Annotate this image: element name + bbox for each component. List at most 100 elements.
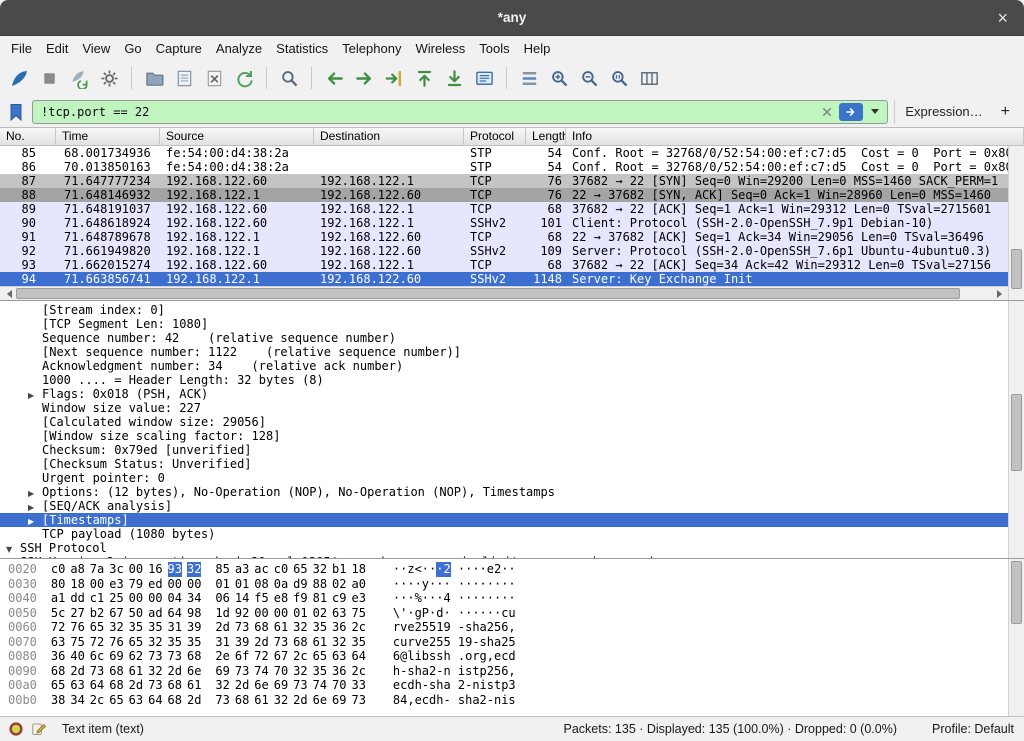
hex-byte[interactable]: 32 bbox=[332, 635, 346, 650]
hex-byte[interactable]: f5 bbox=[254, 591, 268, 606]
hex-byte[interactable]: 73 bbox=[90, 664, 104, 679]
ascii-char[interactable]: h bbox=[415, 664, 422, 679]
ascii-char[interactable]: 9 bbox=[465, 635, 472, 650]
ascii-char[interactable]: r bbox=[407, 635, 414, 650]
ascii-char[interactable]: · bbox=[429, 606, 436, 621]
ascii-char[interactable]: 2 bbox=[415, 620, 422, 635]
hex-byte[interactable]: 00 bbox=[187, 577, 201, 592]
ascii-char[interactable]: · bbox=[458, 562, 465, 577]
go-back-icon[interactable] bbox=[321, 65, 347, 91]
ascii-char[interactable]: - bbox=[400, 664, 407, 679]
hex-byte[interactable]: 73 bbox=[148, 678, 162, 693]
zoom-original-icon[interactable] bbox=[606, 65, 632, 91]
ascii-char[interactable]: · bbox=[480, 562, 487, 577]
hex-byte[interactable]: 65 bbox=[109, 693, 123, 708]
detail-row[interactable]: ▶[SEQ/ACK analysis] bbox=[0, 499, 1008, 513]
hex-byte[interactable]: 69 bbox=[274, 678, 288, 693]
ascii-char[interactable]: a bbox=[480, 620, 487, 635]
hex-byte[interactable]: 25 bbox=[109, 591, 123, 606]
hex-byte[interactable]: 08 bbox=[254, 577, 268, 592]
close-window-icon[interactable]: × bbox=[989, 0, 1016, 36]
ascii-char[interactable]: 8 bbox=[393, 693, 400, 708]
ascii-char[interactable]: h bbox=[415, 678, 422, 693]
detail-row[interactable]: TCP payload (1080 bytes) bbox=[0, 527, 1008, 541]
ascii-char[interactable]: · bbox=[472, 591, 479, 606]
ascii-char[interactable]: h bbox=[465, 693, 472, 708]
hex-byte[interactable]: 72 bbox=[90, 635, 104, 650]
expanded-arrow-icon[interactable]: ▼ bbox=[6, 543, 20, 557]
find-packet-icon[interactable] bbox=[276, 65, 302, 91]
hex-byte[interactable]: 02 bbox=[313, 606, 327, 621]
ascii-char[interactable]: · bbox=[472, 606, 479, 621]
ascii-char[interactable]: c bbox=[501, 649, 508, 664]
hex-byte[interactable]: 61 bbox=[254, 693, 268, 708]
hex-byte[interactable]: 2d bbox=[215, 620, 229, 635]
hex-byte[interactable]: 98 bbox=[187, 606, 201, 621]
hex-byte[interactable]: 35 bbox=[148, 620, 162, 635]
column-header-no[interactable]: No. bbox=[0, 128, 56, 145]
hex-byte[interactable]: c0 bbox=[274, 562, 288, 577]
ascii-char[interactable]: 4 bbox=[400, 693, 407, 708]
ascii-char[interactable]: s bbox=[436, 649, 443, 664]
ascii-char[interactable]: s bbox=[465, 620, 472, 635]
hex-byte[interactable]: 63 bbox=[332, 649, 346, 664]
ascii-char[interactable]: s bbox=[429, 649, 436, 664]
ascii-char[interactable]: · bbox=[407, 606, 414, 621]
ascii-char[interactable]: u bbox=[400, 635, 407, 650]
hex-byte[interactable]: ad bbox=[148, 606, 162, 621]
hex-byte[interactable]: 36 bbox=[332, 664, 346, 679]
ascii-char[interactable]: , bbox=[487, 649, 494, 664]
packet-list-vscroll-thumb[interactable] bbox=[1011, 249, 1022, 289]
ascii-char[interactable]: · bbox=[393, 577, 400, 592]
ascii-char[interactable]: @ bbox=[400, 649, 407, 664]
hex-byte[interactable]: 32 bbox=[148, 664, 162, 679]
ascii-char[interactable]: · bbox=[501, 591, 508, 606]
hex-byte[interactable]: 1d bbox=[215, 606, 229, 621]
ascii-char[interactable]: h bbox=[436, 693, 443, 708]
ascii-char[interactable]: 2 bbox=[494, 562, 501, 577]
column-header-protocol[interactable]: Protocol bbox=[464, 128, 526, 145]
menu-file[interactable]: File bbox=[4, 38, 39, 59]
ascii-char[interactable]: . bbox=[458, 649, 465, 664]
ascii-char[interactable]: · bbox=[465, 591, 472, 606]
hex-byte[interactable]: 65 bbox=[313, 649, 327, 664]
ascii-char[interactable]: 5 bbox=[436, 635, 443, 650]
collapsed-arrow-icon[interactable]: ▶ bbox=[28, 515, 42, 529]
ascii-char[interactable]: · bbox=[443, 577, 450, 592]
reload-file-icon[interactable] bbox=[231, 65, 257, 91]
hex-byte[interactable]: 35 bbox=[313, 620, 327, 635]
hex-byte[interactable]: 32 bbox=[293, 664, 307, 679]
hex-byte[interactable]: 2d bbox=[254, 635, 268, 650]
save-file-icon[interactable] bbox=[171, 65, 197, 91]
detail-row[interactable]: 1000 .... = Header Length: 32 bytes (8) bbox=[0, 373, 1008, 387]
ascii-char[interactable]: s bbox=[508, 693, 515, 708]
hex-byte[interactable]: c9 bbox=[332, 591, 346, 606]
hex-byte[interactable]: 7a bbox=[90, 562, 104, 577]
hex-byte[interactable]: 73 bbox=[274, 635, 288, 650]
go-first-packet-icon[interactable] bbox=[411, 65, 437, 91]
menu-go[interactable]: Go bbox=[117, 38, 148, 59]
hex-byte[interactable]: 61 bbox=[313, 635, 327, 650]
hex-byte[interactable]: 39 bbox=[187, 620, 201, 635]
packet-row-92[interactable]: 9271.661949820192.168.122.1192.168.122.6… bbox=[0, 244, 1008, 258]
ascii-char[interactable]: a bbox=[472, 693, 479, 708]
hex-row-0030[interactable]: 0030801800e379ed00000101080ad98802a0····… bbox=[8, 577, 1008, 592]
ascii-char[interactable]: · bbox=[458, 591, 465, 606]
hex-byte[interactable]: 6c bbox=[90, 649, 104, 664]
hex-byte[interactable]: 63 bbox=[129, 693, 143, 708]
ascii-char[interactable]: · bbox=[480, 591, 487, 606]
menu-edit[interactable]: Edit bbox=[39, 38, 75, 59]
hex-byte[interactable]: 64 bbox=[90, 678, 104, 693]
detail-row[interactable]: Window size value: 227 bbox=[0, 401, 1008, 415]
packet-row-93[interactable]: 9371.662015274192.168.122.60192.168.122.… bbox=[0, 258, 1008, 272]
hex-byte[interactable]: 00 bbox=[129, 591, 143, 606]
ascii-char[interactable]: 6 bbox=[501, 620, 508, 635]
ascii-char[interactable]: c bbox=[400, 678, 407, 693]
hex-byte[interactable]: 68 bbox=[187, 649, 201, 664]
ascii-char[interactable]: · bbox=[429, 562, 436, 577]
restart-capture-icon[interactable] bbox=[66, 65, 92, 91]
ascii-char[interactable]: s bbox=[487, 678, 494, 693]
menu-capture[interactable]: Capture bbox=[149, 38, 209, 59]
hex-byte[interactable]: 2c bbox=[351, 620, 365, 635]
ascii-char[interactable]: % bbox=[415, 591, 422, 606]
